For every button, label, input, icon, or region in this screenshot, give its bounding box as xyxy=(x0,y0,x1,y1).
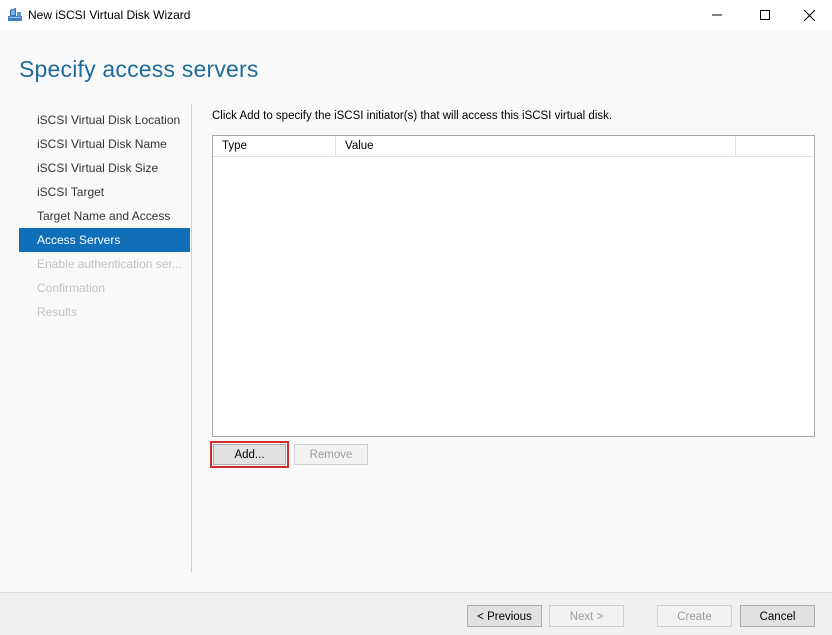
nav-item-virtual-disk-size[interactable]: iSCSI Virtual Disk Size xyxy=(19,156,190,180)
close-button[interactable] xyxy=(786,0,832,30)
create-button: Create xyxy=(657,605,732,627)
next-button: Next > xyxy=(549,605,624,627)
minimize-icon xyxy=(712,14,722,16)
nav-item-results: Results xyxy=(37,305,78,319)
access-servers-list[interactable]: Type Value xyxy=(212,135,815,437)
column-header-value[interactable]: Value xyxy=(336,136,736,156)
wizard-content: Specify access servers iSCSI Virtual Dis… xyxy=(0,30,832,592)
title-bar: New iSCSI Virtual Disk Wizard xyxy=(0,0,832,30)
maximize-button[interactable] xyxy=(742,0,788,30)
nav-item-virtual-disk-name[interactable]: iSCSI Virtual Disk Name xyxy=(19,132,190,156)
nav-item-virtual-disk-location[interactable]: iSCSI Virtual Disk Location xyxy=(19,108,190,132)
list-header: Type Value xyxy=(213,136,813,157)
nav-divider xyxy=(191,104,192,572)
add-button[interactable]: Add... xyxy=(210,441,289,468)
nav-item-target-name-access[interactable]: Target Name and Access xyxy=(19,204,190,228)
nav-item-access-servers[interactable]: Access Servers xyxy=(19,228,190,252)
wizard-step-nav: iSCSI Virtual Disk Location iSCSI Virtua… xyxy=(19,108,190,324)
window-title: New iSCSI Virtual Disk Wizard xyxy=(28,8,191,22)
minimize-button[interactable] xyxy=(694,0,740,30)
page-title: Specify access servers xyxy=(19,56,259,82)
column-header-type[interactable]: Type xyxy=(213,136,336,156)
maximize-icon xyxy=(760,10,770,20)
nav-item-iscsi-target[interactable]: iSCSI Target xyxy=(19,180,190,204)
nav-item-enable-authentication: Enable authentication ser... xyxy=(37,257,182,271)
column-header-filler xyxy=(736,136,813,156)
remove-button: Remove xyxy=(294,444,368,465)
cancel-button[interactable]: Cancel xyxy=(740,605,815,627)
close-icon xyxy=(803,9,815,21)
server-wizard-icon xyxy=(8,8,22,21)
instruction-text: Click Add to specify the iSCSI initiator… xyxy=(212,110,613,122)
nav-item-confirmation: Confirmation xyxy=(37,281,106,295)
wizard-footer: < Previous Next > Create Cancel xyxy=(0,592,832,635)
previous-button[interactable]: < Previous xyxy=(467,605,542,627)
